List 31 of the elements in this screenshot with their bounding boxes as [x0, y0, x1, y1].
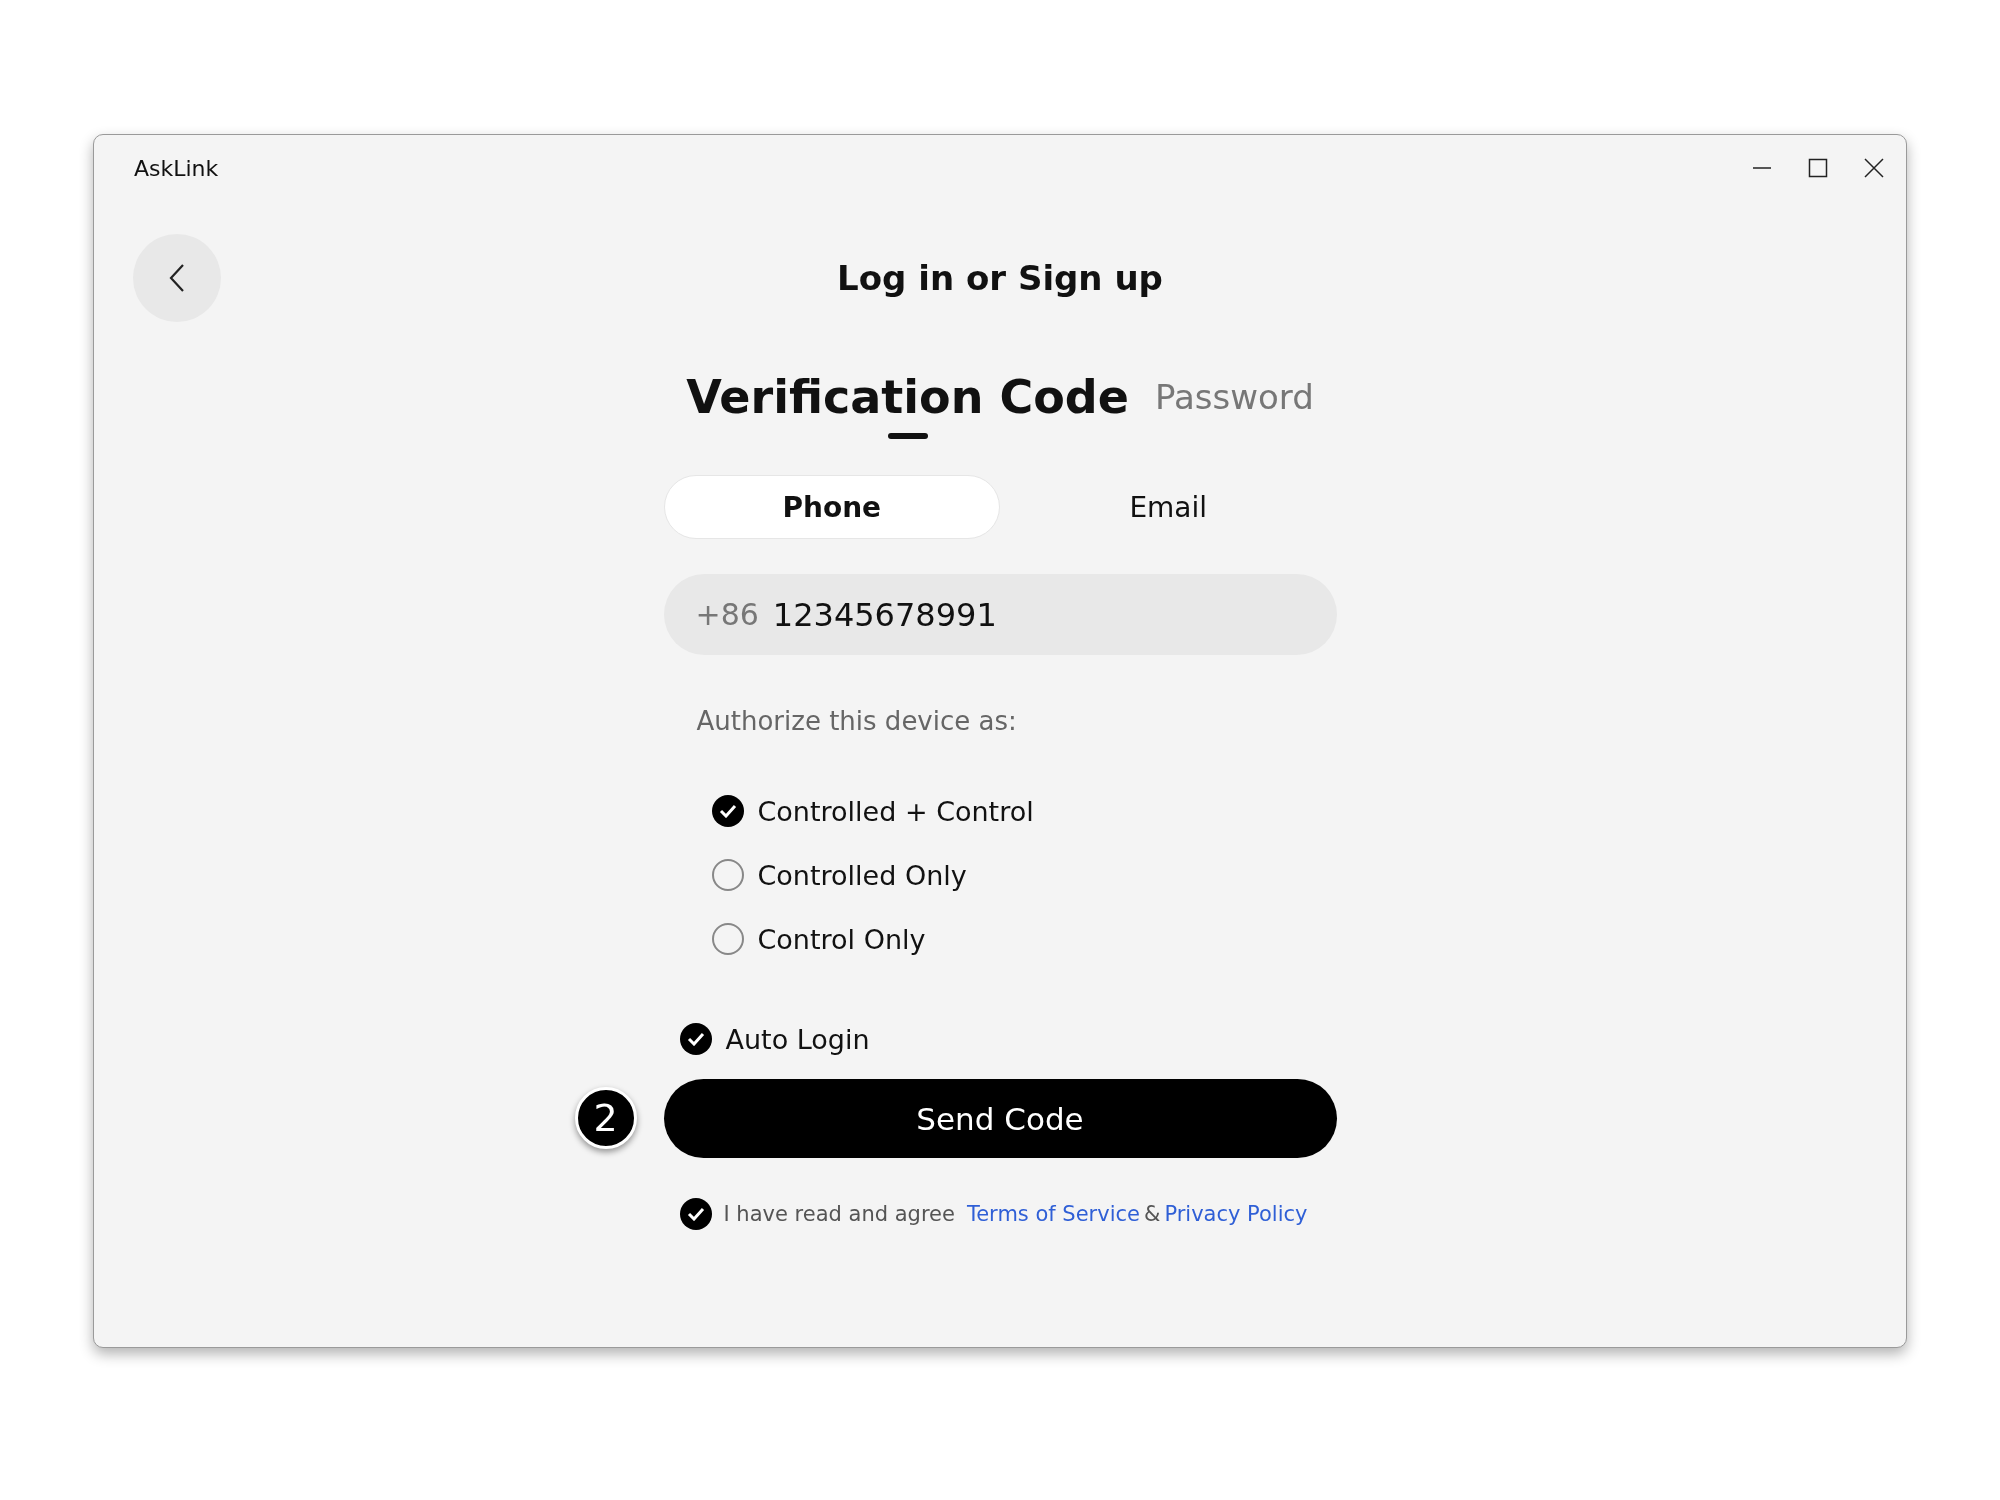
- chevron-left-icon[interactable]: [169, 263, 185, 293]
- phone-number-input[interactable]: 12345678991: [772, 595, 1305, 634]
- checkbox-label[interactable]: Auto Login: [725, 1023, 870, 1055]
- authorize-label: Authorize this device as:: [695, 705, 1018, 738]
- contact-tab[interactable]: Email: [1000, 475, 1337, 539]
- phone-field[interactable]: +86 12345678991: [663, 574, 1337, 655]
- mode-tab[interactable]: Verification Code: [686, 366, 1129, 439]
- radio-label[interactable]: Controlled Only: [757, 859, 967, 891]
- check-icon[interactable]: [686, 1207, 705, 1221]
- ampersand: &: [1144, 1202, 1161, 1226]
- radio-label[interactable]: Control Only: [757, 923, 926, 955]
- terms-link[interactable]: Terms of Service: [966, 1202, 1140, 1226]
- privacy-link[interactable]: Privacy Policy: [1164, 1202, 1308, 1226]
- checkbox[interactable]: [679, 1198, 712, 1230]
- contact-tab[interactable]: Phone: [663, 475, 1000, 539]
- check-icon[interactable]: [718, 804, 737, 818]
- radio-button[interactable]: [711, 923, 744, 955]
- agreement-text: I have read and agree: [723, 1202, 955, 1226]
- maximize-icon[interactable]: [1808, 158, 1828, 178]
- window-title: AskLink: [134, 155, 219, 181]
- country-code[interactable]: +86: [695, 597, 759, 632]
- radio-button[interactable]: [711, 795, 744, 827]
- radio-button[interactable]: [711, 859, 744, 891]
- step-badge: 2: [574, 1087, 637, 1149]
- close-icon[interactable]: [1864, 158, 1884, 178]
- radio-label[interactable]: Controlled + Control: [757, 795, 1034, 827]
- check-icon[interactable]: [686, 1032, 705, 1046]
- send-code-button[interactable]: Send Code: [663, 1079, 1337, 1158]
- checkbox[interactable]: [679, 1023, 712, 1055]
- mode-tab[interactable]: Password: [1154, 366, 1314, 439]
- page-heading: Log in or Sign up: [836, 258, 1164, 298]
